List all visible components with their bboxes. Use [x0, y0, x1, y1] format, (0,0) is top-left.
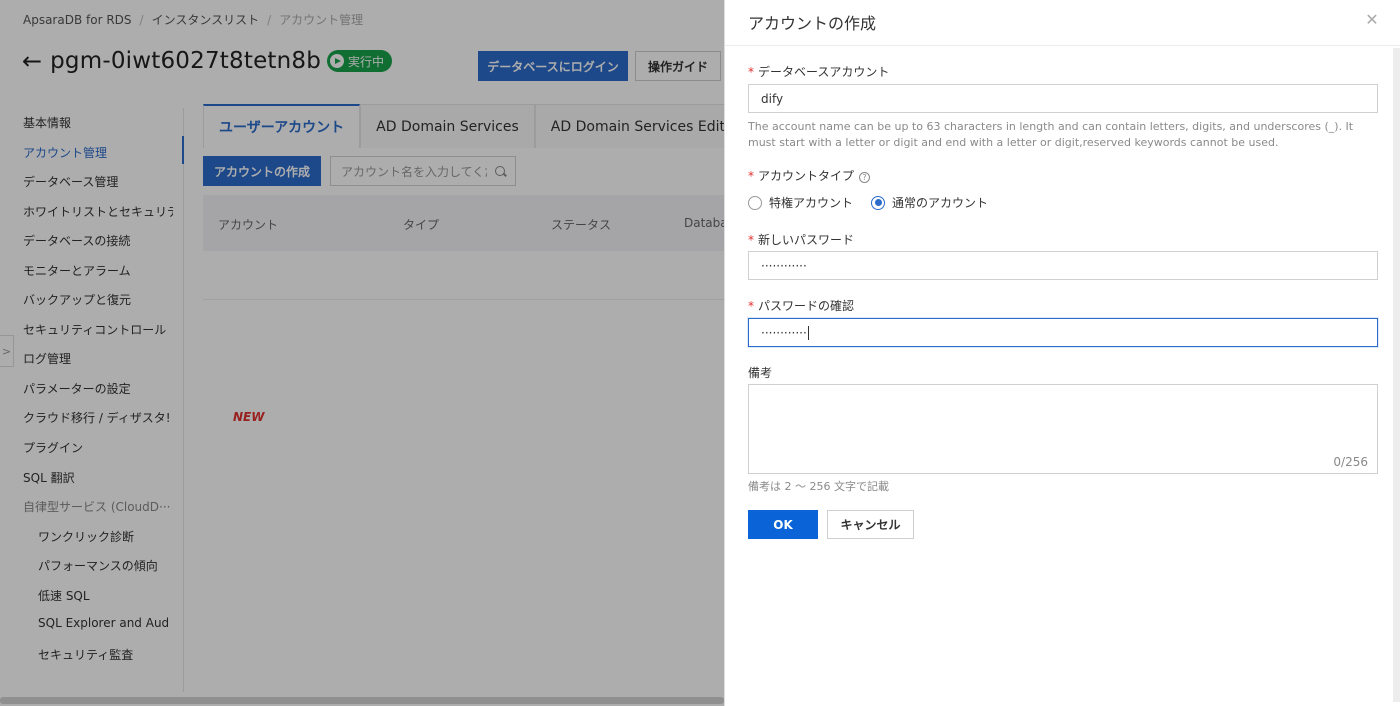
confirm-password-label-text: パスワードの確認	[758, 299, 855, 313]
create-account-drawer: アカウントの作成 ✕ * データベースアカウント dify The account…	[724, 0, 1400, 706]
required-mark: *	[748, 169, 754, 183]
new-password-label: * 新しいパスワード	[748, 231, 854, 248]
remarks-textarea[interactable]: 0/256	[748, 384, 1378, 474]
vertical-scrollbar[interactable]	[1393, 48, 1400, 702]
remarks-label: 備考	[748, 366, 773, 380]
radio-standard-account-label[interactable]: 通常のアカウント	[892, 194, 988, 211]
db-account-label: * データベースアカウント	[748, 63, 889, 80]
required-mark: *	[748, 299, 754, 313]
remarks-char-counter: 0/256	[1333, 455, 1368, 469]
cancel-button[interactable]: キャンセル	[827, 510, 914, 539]
radio-standard-account[interactable]	[871, 195, 886, 210]
remarks-hint: 備考は 2 ～ 256 文字で記載	[748, 480, 889, 493]
db-account-value: dify	[761, 91, 784, 106]
radio-privileged-account-label[interactable]: 特権アカウント	[769, 194, 853, 211]
db-account-label-text: データベースアカウント	[758, 65, 890, 79]
confirm-password-label: * パスワードの確認	[748, 297, 854, 314]
account-type-radio-group: 特権アカウント 通常のアカウント	[748, 194, 1006, 211]
new-password-value: ············	[761, 258, 807, 273]
db-account-input[interactable]: dify	[748, 84, 1378, 113]
radio-privileged-account[interactable]	[748, 195, 762, 210]
ok-button[interactable]: OK	[748, 510, 818, 539]
db-account-hint: The account name can be up to 63 charact…	[748, 120, 1354, 149]
drawer-header: アカウントの作成 ✕	[725, 0, 1400, 46]
confirm-password-value: ············	[761, 325, 807, 340]
help-icon[interactable]: ?	[859, 172, 871, 183]
new-password-input[interactable]: ············	[748, 251, 1378, 280]
close-icon[interactable]: ✕	[1365, 12, 1379, 28]
required-mark: *	[748, 65, 754, 79]
account-type-label: * アカウントタイプ?	[748, 167, 871, 184]
required-mark: *	[748, 233, 754, 247]
new-password-label-text: 新しいパスワード	[758, 233, 855, 247]
modal-overlay[interactable]	[0, 0, 724, 706]
account-type-label-text: アカウントタイプ	[758, 169, 855, 183]
text-caret	[807, 325, 809, 340]
confirm-password-input[interactable]: ············	[748, 318, 1378, 347]
horizontal-scrollbar[interactable]	[0, 697, 724, 704]
drawer-title: アカウントの作成	[748, 14, 877, 33]
